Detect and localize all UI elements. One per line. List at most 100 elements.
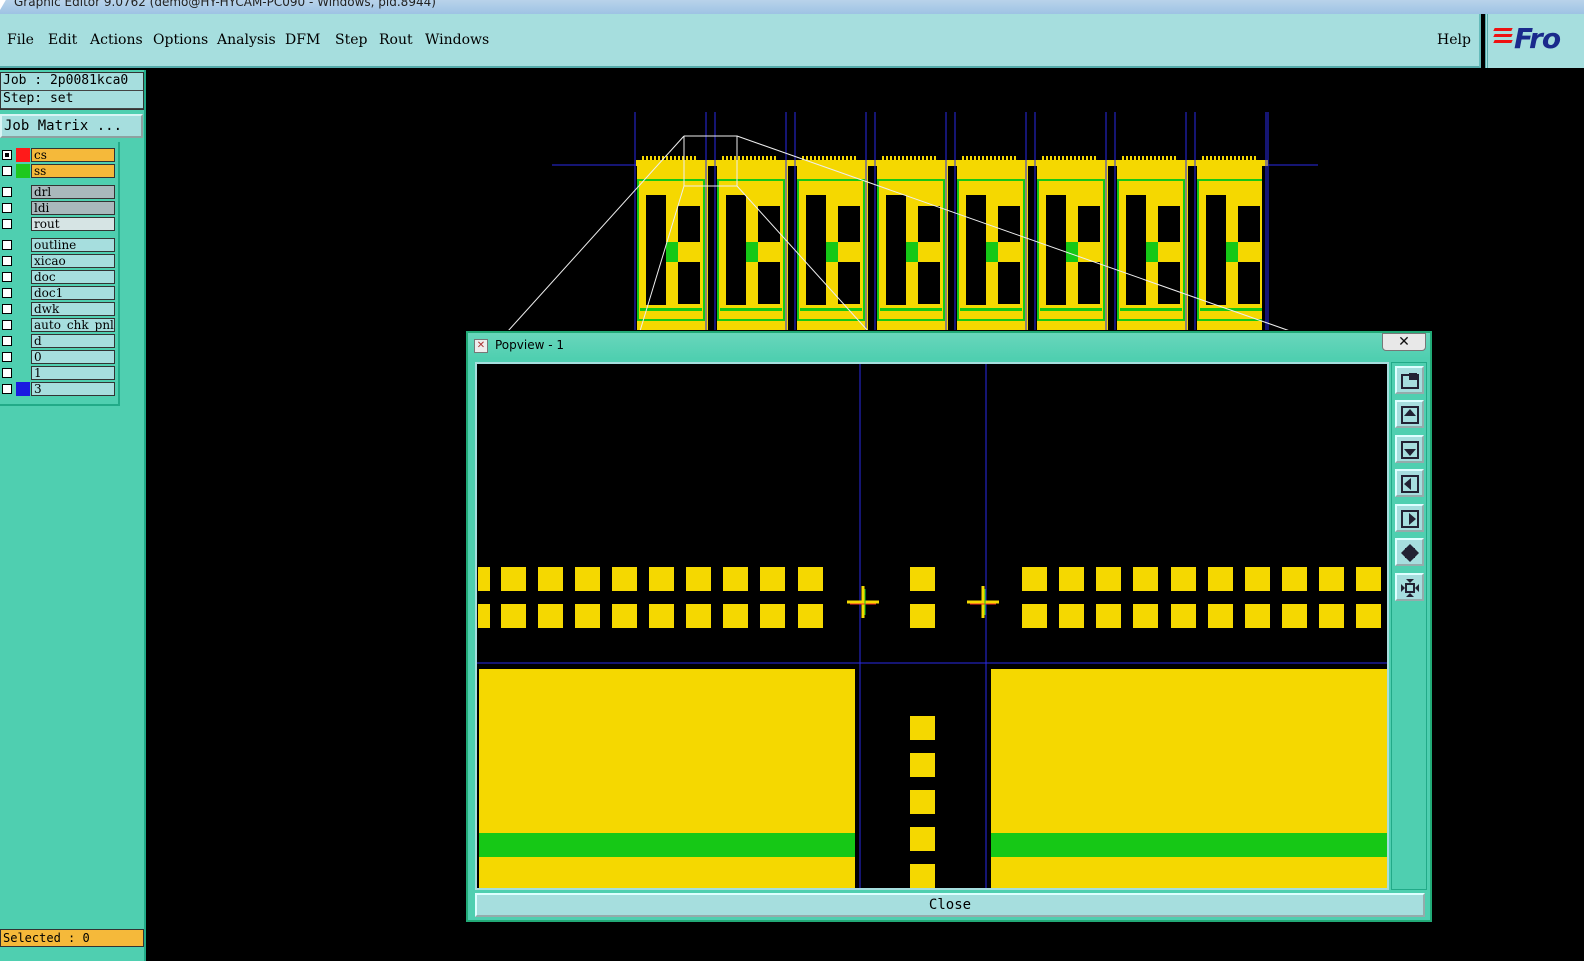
layer-row-doc[interactable]: doc xyxy=(0,270,116,284)
layer-checkbox[interactable] xyxy=(2,166,12,176)
menu-analysis[interactable]: Analysis xyxy=(217,32,276,48)
unit-cutout xyxy=(726,195,746,305)
zoom-in-icon[interactable] xyxy=(1395,573,1424,601)
layer-row-1[interactable]: 1 xyxy=(0,366,116,380)
layer-name[interactable]: dwk xyxy=(31,302,115,316)
pad xyxy=(1082,156,1084,160)
layer-name[interactable]: rout xyxy=(31,217,115,231)
layer-checkbox[interactable] xyxy=(2,352,12,362)
layer-name[interactable]: xicao xyxy=(31,254,115,268)
pad xyxy=(694,156,696,160)
unit-cutout xyxy=(1158,262,1180,304)
menu-windows[interactable]: Windows xyxy=(425,32,489,48)
layer-row-0[interactable]: 0 xyxy=(0,350,116,364)
layer-name[interactable]: 1 xyxy=(31,366,115,380)
layer-row-doc1[interactable]: doc1 xyxy=(0,286,116,300)
layer-checkbox[interactable] xyxy=(2,256,12,266)
popview-drawing xyxy=(477,364,1387,888)
pad xyxy=(1142,156,1144,160)
layer-checkbox[interactable] xyxy=(2,320,12,330)
menu-options[interactable]: Options xyxy=(153,32,208,48)
layer-name[interactable]: doc xyxy=(31,270,115,284)
menu-rout[interactable]: Rout xyxy=(379,32,413,48)
layer-checkbox[interactable] xyxy=(2,384,12,394)
menu-edit[interactable]: Edit xyxy=(48,32,77,48)
zoom-out-icon[interactable] xyxy=(1395,538,1424,566)
pad xyxy=(826,156,828,160)
pan-left-icon[interactable] xyxy=(1395,469,1424,497)
layer-checkbox[interactable] xyxy=(2,368,12,378)
menu-help[interactable]: Help xyxy=(1437,32,1471,48)
menu-actions[interactable]: Actions xyxy=(90,32,143,48)
zoom-window-icon[interactable] xyxy=(1395,366,1424,394)
pad xyxy=(982,156,984,160)
layer-checkbox[interactable] xyxy=(2,304,12,314)
layer-row-cs[interactable]: cs xyxy=(0,148,116,162)
app-root: Graphic Editor 9.0762 (demo@HY-HYCAM-PC0… xyxy=(0,0,1584,961)
layer-checkbox[interactable] xyxy=(2,187,12,197)
unit-cutout xyxy=(918,262,940,304)
layer-row-outline[interactable]: outline xyxy=(0,238,116,252)
layer-checkbox[interactable] xyxy=(2,203,12,213)
layer-checkbox[interactable] xyxy=(2,336,12,346)
layer-name[interactable]: ldi xyxy=(31,201,115,215)
layer-row-3[interactable]: 3 xyxy=(0,382,116,396)
layer-row-drl[interactable]: drl xyxy=(0,185,116,199)
layer-checkbox[interactable] xyxy=(2,219,12,229)
smd-pad xyxy=(1096,604,1121,628)
pad xyxy=(666,156,668,160)
layer-name[interactable]: outline xyxy=(31,238,115,252)
layer-name[interactable]: 0 xyxy=(31,350,115,364)
unit-trace xyxy=(1120,308,1182,311)
smd-pad xyxy=(1022,604,1047,628)
layer-name[interactable]: auto_chk_pnl xyxy=(31,318,115,332)
pad xyxy=(1146,156,1148,160)
smd-pad xyxy=(538,604,563,628)
layer-name[interactable]: 3 xyxy=(31,382,115,396)
pad xyxy=(1154,156,1156,160)
layer-row-xicao[interactable]: xicao xyxy=(0,254,116,268)
pad xyxy=(886,156,888,160)
layer-name[interactable]: cs xyxy=(31,148,115,162)
menu-step[interactable]: Step xyxy=(335,32,367,48)
layer-row-rout[interactable]: rout xyxy=(0,217,116,231)
menu-file[interactable]: File xyxy=(7,32,34,48)
pad xyxy=(1066,156,1068,160)
popview-close-button[interactable]: Close xyxy=(475,893,1425,917)
layer-checkbox[interactable] xyxy=(2,272,12,282)
layer-row-ss[interactable]: ss xyxy=(0,164,116,178)
smd-pad xyxy=(612,567,637,591)
smd-pad xyxy=(1356,604,1381,628)
layer-name[interactable]: ss xyxy=(31,164,115,178)
pan-down-icon[interactable] xyxy=(1395,435,1424,463)
layer-color-swatch xyxy=(16,366,30,380)
layer-row-ldi[interactable]: ldi xyxy=(0,201,116,215)
layer-name[interactable]: drl xyxy=(31,185,115,199)
smd-pad xyxy=(686,567,711,591)
pan-right-icon[interactable] xyxy=(1395,504,1424,532)
job-matrix-button[interactable]: Job Matrix ... xyxy=(0,114,143,138)
smd-pad xyxy=(1133,604,1158,628)
layer-checkbox[interactable] xyxy=(2,288,12,298)
smd-pad xyxy=(478,604,490,628)
smd-pad xyxy=(1208,567,1233,591)
unit-cutout xyxy=(1238,262,1260,304)
popview-zoom-view[interactable] xyxy=(475,362,1389,890)
unit-trace xyxy=(720,308,782,311)
layer-checkbox[interactable] xyxy=(2,240,12,250)
layer-color-swatch xyxy=(16,334,30,348)
popview-close-x-button[interactable]: ✕ xyxy=(1382,333,1426,351)
layer-row-d[interactable]: d xyxy=(0,334,116,348)
layer-name[interactable]: doc1 xyxy=(31,286,115,300)
frontline-logo: Fro xyxy=(1485,14,1584,68)
pad xyxy=(1202,156,1204,160)
layer-checkbox[interactable] xyxy=(2,150,12,160)
menu-dfm[interactable]: DFM xyxy=(285,32,320,48)
popview-titlebar[interactable]: ✕ Popview - 1 ✕ xyxy=(468,333,1430,359)
pad xyxy=(830,156,832,160)
layer-name[interactable]: d xyxy=(31,334,115,348)
layer-row-auto_chk_pnl[interactable]: auto_chk_pnl xyxy=(0,318,116,332)
pan-up-icon[interactable] xyxy=(1395,400,1424,428)
unit-cutout xyxy=(1126,195,1146,305)
layer-row-dwk[interactable]: dwk xyxy=(0,302,116,316)
